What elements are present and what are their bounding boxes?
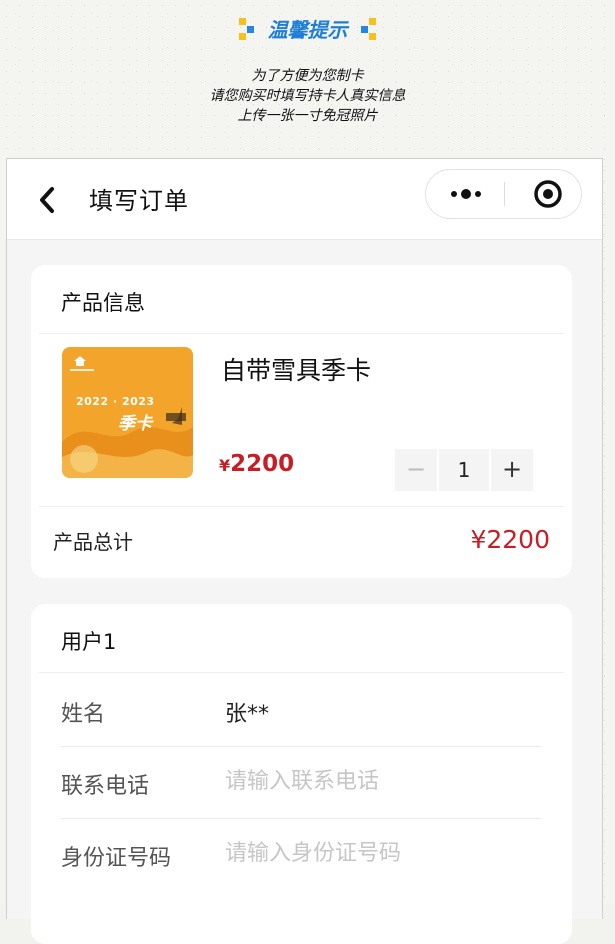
user-info-card: 用户1 姓名 张** 联系电话 身份证号码: [31, 604, 572, 944]
target-close-icon: [534, 180, 562, 208]
product-price: ¥2200: [219, 451, 294, 477]
quantity-stepper: − 1 +: [395, 449, 535, 491]
row-divider: [61, 746, 541, 747]
close-button[interactable]: [506, 170, 580, 218]
more-button[interactable]: [426, 170, 504, 218]
product-thumbnail[interactable]: 2022 · 2023 季卡: [62, 347, 193, 478]
price-symbol: ¥: [219, 456, 231, 475]
divider: [39, 506, 564, 507]
product-info-card: 产品信息 2022 · 2023 季卡 自带雪具季卡 ¥2200 − 1 + 产…: [31, 265, 572, 578]
notice-title-text: 温馨提示: [267, 18, 348, 42]
notice-decoration-right: [360, 17, 377, 40]
row-divider: [61, 818, 541, 819]
increase-button[interactable]: +: [491, 449, 533, 491]
product-info-title: 产品信息: [61, 291, 145, 315]
id-number-label: 身份证号码: [61, 846, 172, 871]
miniprogram-capsule: [425, 169, 582, 219]
id-number-input[interactable]: [221, 835, 549, 871]
divider: [39, 333, 564, 334]
notice-title: 温馨提示: [0, 14, 615, 43]
divider: [39, 672, 564, 673]
more-dots-icon: [451, 189, 481, 199]
total-value: ¥2200: [470, 525, 550, 554]
price-amount: 2200: [230, 451, 295, 477]
back-button[interactable]: [35, 185, 59, 215]
phone-label: 联系电话: [61, 774, 150, 799]
notice-line: 为了方便为您制卡: [251, 68, 364, 84]
decrease-button[interactable]: −: [395, 449, 437, 491]
user-info-title: 用户1: [61, 630, 117, 654]
name-label: 姓名: [61, 702, 106, 727]
navbar: 填写订单: [7, 159, 602, 240]
user-info-header: 用户1: [31, 604, 572, 672]
notice-line: 上传一张一寸免冠照片: [237, 108, 378, 124]
thumb-title: 季卡: [118, 414, 152, 434]
thumb-year: 2022 · 2023: [76, 395, 155, 408]
capsule-divider: [504, 182, 505, 206]
notice-decoration-left: [238, 17, 255, 40]
phone-input[interactable]: [221, 763, 549, 799]
product-name: 自带雪具季卡: [221, 356, 372, 385]
total-label: 产品总计: [53, 530, 133, 554]
name-value[interactable]: 张**: [225, 696, 269, 728]
notice-banner: 温馨提示 为了方便为您制卡 请您购买时填写持卡人真实信息 上传一张一寸免冠照片: [0, 0, 615, 160]
notice-text: 为了方便为您制卡 请您购买时填写持卡人真实信息 上传一张一寸免冠照片: [0, 66, 615, 126]
product-info-header: 产品信息: [31, 265, 572, 333]
chevron-left-icon: [40, 187, 54, 213]
phone-frame: 填写订单 产品信息 2022 · 2023 季卡 自带雪具季卡 ¥2200 − …: [6, 158, 603, 944]
quantity-value[interactable]: 1: [439, 449, 489, 491]
page-title: 填写订单: [89, 187, 189, 215]
notice-line: 请您购买时填写持卡人真实信息: [209, 88, 406, 104]
